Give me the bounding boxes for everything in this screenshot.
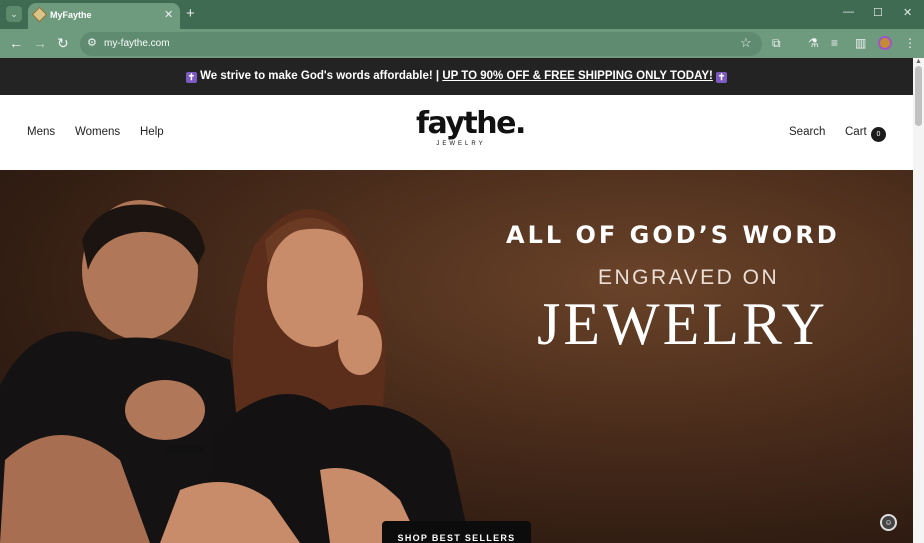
nav-mens[interactable]: Mens <box>27 126 55 138</box>
tab-title: MyFaythe <box>50 10 92 20</box>
cart-link[interactable]: Cart <box>845 126 867 138</box>
chat-icon[interactable]: ☺ <box>880 514 897 531</box>
minimize-button[interactable]: — <box>843 6 854 18</box>
hero-title: JEWELRY <box>537 291 828 357</box>
diamond-icon <box>31 6 48 23</box>
maximize-button[interactable]: ☐ <box>873 6 883 19</box>
tune-icon[interactable]: ⚙ <box>87 36 97 49</box>
star-icon[interactable]: ☆ <box>740 35 752 51</box>
hero-subheading: ENGRAVED ON <box>598 266 780 289</box>
cart-count-badge[interactable]: 0 <box>871 127 886 142</box>
browser-toolbar: ← → ↻ ⚙ my-faythe.com ☆ ⧉ ⚗ ≡ ▥ ⋮ <box>0 29 924 58</box>
page-scrollbar[interactable]: ▲ <box>913 58 924 543</box>
web-page: ✝ We strive to make God's words affordab… <box>0 58 913 543</box>
shop-best-sellers-button[interactable]: SHOP BEST SELLERS <box>382 521 531 543</box>
hero-banner: ALL OF GOD’S WORD ENGRAVED ON JEWELRY SH… <box>0 170 913 543</box>
flask-icon[interactable]: ⚗ <box>808 36 819 50</box>
nav-help[interactable]: Help <box>140 126 164 138</box>
announcement-link[interactable]: UP TO 90% OFF & FREE SHIPPING ONLY TODAY… <box>442 70 713 82</box>
site-header: Mens Womens Help faythe. JEWELRY Search … <box>0 95 913 170</box>
cross-icon: ✝ <box>716 72 728 83</box>
scroll-thumb[interactable] <box>915 66 922 126</box>
puzzle-icon[interactable]: ⧉ <box>772 36 781 51</box>
tab-myfaythe[interactable]: MyFaythe ✕ <box>28 3 180 29</box>
new-tab-button[interactable]: + <box>186 5 195 22</box>
scroll-up-icon[interactable]: ▲ <box>915 58 922 65</box>
side-panel-icon[interactable]: ▥ <box>855 36 866 50</box>
announcement-bar: ✝ We strive to make God's words affordab… <box>0 58 913 95</box>
tab-search-chevron-down-icon[interactable]: ⌄ <box>6 6 22 22</box>
more-vertical-icon[interactable]: ⋮ <box>904 36 916 50</box>
announcement-text: We strive to make God's words affordable… <box>200 70 440 82</box>
site-logo[interactable]: faythe. JEWELRY <box>416 105 526 161</box>
hero-heading: ALL OF GOD’S WORD <box>506 221 840 249</box>
close-icon[interactable]: ✕ <box>164 8 173 21</box>
arrow-right-icon[interactable]: → <box>33 35 47 51</box>
close-window-button[interactable]: ✕ <box>903 6 912 19</box>
browser-titlebar: ⌄ MyFaythe ✕ + — ☐ ✕ <box>0 0 924 29</box>
arrow-left-icon[interactable]: ← <box>9 35 23 51</box>
search-link[interactable]: Search <box>789 126 825 138</box>
url-text[interactable]: my-faythe.com <box>104 38 170 49</box>
nav-womens[interactable]: Womens <box>75 126 120 138</box>
list-icon[interactable]: ≡ <box>831 36 838 50</box>
reload-icon[interactable]: ↻ <box>57 35 69 52</box>
logo-wordmark: faythe. <box>416 106 526 141</box>
profile-avatar[interactable] <box>878 36 892 50</box>
address-bar[interactable]: ⚙ my-faythe.com ☆ <box>80 32 762 56</box>
cross-icon: ✝ <box>185 72 197 83</box>
